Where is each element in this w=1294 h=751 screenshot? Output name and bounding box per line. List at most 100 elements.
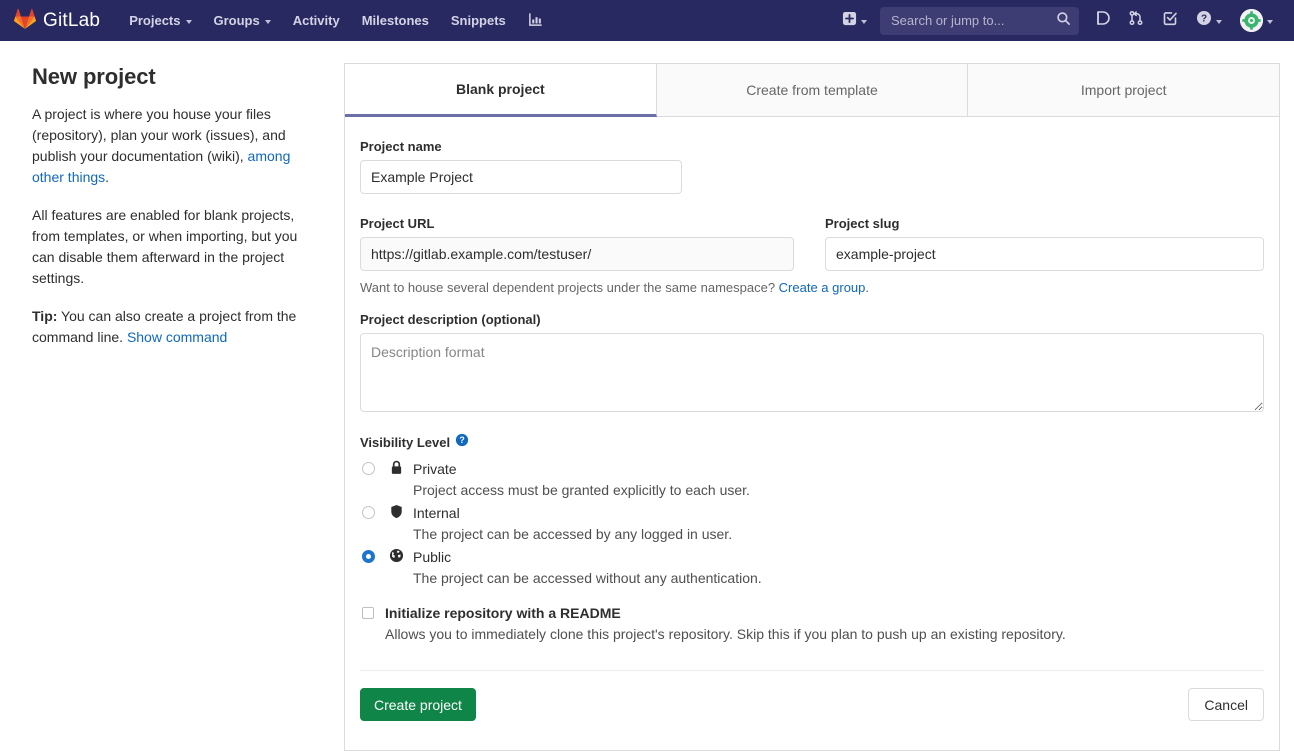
new-project-card: Blank project Create from template Impor…: [344, 63, 1280, 751]
merge-requests-button[interactable]: [1119, 0, 1153, 41]
project-name-label: Project name: [360, 139, 682, 154]
create-new-button[interactable]: [833, 0, 876, 41]
tab-import-project[interactable]: Import project: [968, 63, 1279, 117]
merge-requests-icon: [1128, 10, 1144, 31]
create-a-group-link[interactable]: Create a group: [779, 280, 866, 295]
nav-link-projects-label: Projects: [129, 13, 180, 28]
navbar-left-section: GitLab Projects Groups Activity Mileston…: [14, 0, 554, 41]
visibility-public-texts: Public The project can be accessed witho…: [413, 547, 1264, 589]
readme-description: Allows you to immediately clone this pro…: [385, 624, 1066, 645]
sidebar-intro-period: .: [105, 169, 109, 185]
globe-icon: [388, 548, 404, 563]
namespace-hint: Want to house several dependent projects…: [360, 280, 1264, 295]
nav-link-groups-label: Groups: [214, 13, 260, 28]
nav-link-milestones[interactable]: Milestones: [351, 0, 440, 41]
search-icon: [1056, 11, 1071, 31]
gitlab-brand-text: GitLab: [43, 10, 100, 32]
project-description-field-group: Project description (optional): [360, 312, 1264, 412]
visibility-public-title: Public: [413, 547, 1264, 567]
project-slug-label: Project slug: [825, 216, 1264, 231]
svg-text:?: ?: [459, 435, 464, 445]
radio-public[interactable]: [362, 550, 375, 563]
project-name-input[interactable]: [360, 160, 682, 194]
nav-link-snippets-label: Snippets: [451, 13, 506, 28]
readme-texts: Initialize repository with a README Allo…: [385, 603, 1066, 645]
issues-button[interactable]: [1085, 0, 1119, 41]
nav-link-milestones-label: Milestones: [362, 13, 429, 28]
sidebar-paragraph-intro: A project is where you house your files …: [32, 104, 314, 188]
gitlab-tanuki-icon: [14, 8, 36, 34]
chevron-down-icon: [265, 20, 271, 24]
new-project-form: Project name Project URL https://gitlab.…: [345, 117, 1279, 721]
question-circle-icon[interactable]: ?: [455, 433, 469, 452]
project-slug-input[interactable]: [825, 237, 1264, 271]
tab-create-from-template-label: Create from template: [746, 82, 878, 98]
project-url-prefix[interactable]: https://gitlab.example.com/testuser/: [360, 237, 794, 271]
nav-link-activity-label: Activity: [293, 13, 340, 28]
visibility-internal-description: The project can be accessed by any logge…: [413, 524, 1264, 545]
create-project-button[interactable]: Create project: [360, 688, 476, 721]
avatar: [1240, 9, 1263, 32]
visibility-public-description: The project can be accessed without any …: [413, 568, 1264, 589]
project-url-field-group: Project URL https://gitlab.example.com/t…: [360, 216, 794, 271]
project-name-field-group: Project name: [360, 139, 682, 194]
tab-blank-project[interactable]: Blank project: [345, 63, 657, 117]
help-button[interactable]: ?: [1187, 0, 1231, 41]
project-slug-field-group: Project slug: [825, 216, 1264, 271]
form-actions: Create project Cancel: [360, 670, 1264, 721]
show-command-link[interactable]: Show command: [127, 329, 227, 345]
project-url-slug-row: Project URL https://gitlab.example.com/t…: [360, 216, 1264, 271]
visibility-private-texts: Private Project access must be granted e…: [413, 459, 1264, 501]
help-icon: ?: [1196, 10, 1212, 31]
search-input[interactable]: [891, 13, 1056, 28]
tab-blank-project-label: Blank project: [456, 81, 545, 97]
visibility-level-header: Visibility Level ?: [360, 433, 1264, 452]
nav-link-projects[interactable]: Projects: [118, 0, 202, 41]
chevron-down-icon: [861, 20, 867, 24]
nav-link-snippets[interactable]: Snippets: [440, 0, 517, 41]
namespace-hint-suffix: .: [865, 280, 869, 295]
gitlab-logo-link[interactable]: GitLab: [14, 8, 100, 34]
svg-text:?: ?: [1201, 14, 1207, 25]
visibility-private-description: Project access must be granted explicitl…: [413, 480, 1264, 501]
new-project-sidebar: New project A project is where you house…: [14, 59, 344, 751]
user-menu-button[interactable]: [1231, 0, 1282, 41]
lock-icon: [388, 460, 404, 475]
visibility-level-label: Visibility Level: [360, 435, 450, 450]
chevron-down-icon: [1216, 20, 1222, 24]
visibility-option-public[interactable]: Public The project can be accessed witho…: [360, 547, 1264, 589]
namespace-hint-text: Want to house several dependent projects…: [360, 280, 779, 295]
visibility-option-internal[interactable]: Internal The project can be accessed by …: [360, 503, 1264, 545]
radio-internal[interactable]: [362, 506, 375, 519]
todos-button[interactable]: [1153, 0, 1187, 41]
plus-square-icon: [842, 11, 857, 31]
radio-private[interactable]: [362, 462, 375, 475]
tab-import-project-label: Import project: [1081, 82, 1167, 98]
chart-icon: [528, 12, 543, 30]
visibility-options: Private Project access must be granted e…: [360, 459, 1264, 589]
sidebar-paragraph-features: All features are enabled for blank proje…: [32, 205, 314, 289]
initialize-readme-group[interactable]: Initialize repository with a README Allo…: [360, 603, 1264, 645]
nav-link-analytics[interactable]: [517, 0, 554, 41]
project-description-label: Project description (optional): [360, 312, 1264, 327]
issues-icon: [1094, 10, 1110, 31]
visibility-option-private[interactable]: Private Project access must be granted e…: [360, 459, 1264, 501]
project-url-label: Project URL: [360, 216, 794, 231]
visibility-internal-title: Internal: [413, 503, 1264, 523]
chevron-down-icon: [1267, 20, 1273, 24]
nav-link-activity[interactable]: Activity: [282, 0, 351, 41]
visibility-internal-texts: Internal The project can be accessed by …: [413, 503, 1264, 545]
readme-checkbox[interactable]: [362, 607, 374, 619]
todos-icon: [1162, 10, 1178, 31]
sidebar-paragraph-tip: Tip: You can also create a project from …: [32, 306, 314, 348]
global-search-box[interactable]: [880, 7, 1079, 35]
nav-link-groups[interactable]: Groups: [203, 0, 282, 41]
primary-nav-links: Projects Groups Activity Milestones Snip…: [118, 0, 554, 41]
readme-title: Initialize repository with a README: [385, 603, 1066, 623]
tip-label: Tip:: [32, 308, 57, 324]
page-title: New project: [32, 64, 314, 90]
tab-create-from-template[interactable]: Create from template: [657, 63, 969, 117]
cancel-button[interactable]: Cancel: [1188, 688, 1264, 721]
top-navbar: GitLab Projects Groups Activity Mileston…: [0, 0, 1294, 41]
project-description-textarea[interactable]: [360, 333, 1264, 412]
